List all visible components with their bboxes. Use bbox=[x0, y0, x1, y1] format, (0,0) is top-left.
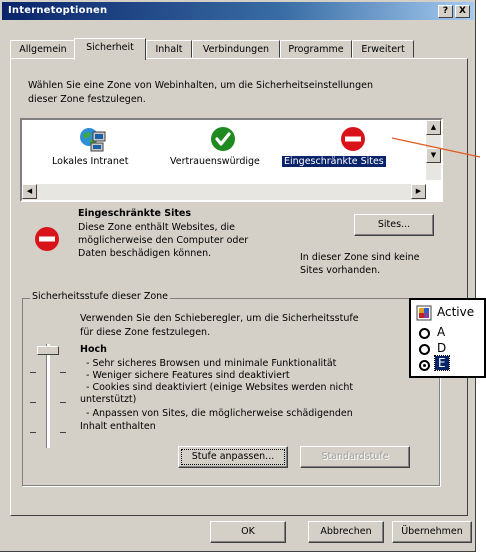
tab-sicherheit[interactable]: Sicherheit bbox=[74, 38, 146, 60]
zone-desc-1: Diese Zone enthält Websites, die bbox=[78, 222, 236, 233]
trusted-check-icon[interactable] bbox=[210, 126, 236, 152]
zone-label-intranet: Lokales Intranet bbox=[52, 156, 129, 167]
window-title: Internetoptionen bbox=[8, 5, 108, 16]
settings-icon bbox=[416, 305, 432, 321]
zone-label-trusted: Vertrauenswürdige bbox=[170, 156, 260, 167]
restricted-icon[interactable] bbox=[340, 126, 366, 152]
security-level-name: Hoch bbox=[80, 344, 107, 355]
level-detail-3: - Cookies sind deaktiviert (einige Websi… bbox=[86, 382, 354, 393]
sites-button[interactable]: Sites... bbox=[354, 214, 434, 236]
radio-label-d: D bbox=[437, 341, 447, 355]
level-detail-5: - Anpassen von Sites, die möglicherweise… bbox=[86, 408, 353, 419]
radio-label-e: E bbox=[434, 355, 450, 371]
radio-option-d[interactable] bbox=[419, 344, 430, 355]
title-bar[interactable]: Internetoptionen ? X bbox=[2, 2, 474, 20]
tab-programme[interactable]: Programme bbox=[280, 40, 352, 58]
level-detail-2: - Weniger sichere Features sind deaktivi… bbox=[86, 370, 290, 381]
cancel-button[interactable]: Abbrechen bbox=[308, 521, 384, 543]
default-level-button[interactable]: Standardstufe bbox=[300, 446, 410, 468]
popup-title: Active bbox=[437, 305, 475, 319]
intranet-icon[interactable] bbox=[78, 126, 108, 154]
scroll-left-arrow-icon[interactable]: ◀ bbox=[22, 184, 37, 199]
zone-list[interactable]: Lokales Intranet Vertrauenswürdige Einge… bbox=[20, 118, 443, 202]
close-button[interactable]: X bbox=[455, 5, 470, 18]
slider-tick bbox=[30, 432, 36, 433]
slider-hint-2: für diese Zone festzulegen. bbox=[80, 327, 211, 338]
zone-label-restricted[interactable]: Eingeschränkte Sites bbox=[282, 156, 386, 167]
radio-option-a[interactable] bbox=[419, 328, 430, 339]
slider-tick bbox=[60, 372, 66, 373]
ok-button[interactable]: OK bbox=[210, 521, 286, 543]
zone-desc-3: Daten beschädigen können. bbox=[78, 248, 212, 259]
apply-button[interactable]: Übernehmen bbox=[392, 521, 472, 543]
custom-level-button[interactable]: Stufe anpassen... bbox=[178, 446, 288, 468]
radio-option-e[interactable] bbox=[419, 360, 430, 371]
slider-tick bbox=[30, 372, 36, 373]
slider-tick bbox=[30, 402, 36, 403]
intro-line-2: dieser Zone festzulegen. bbox=[28, 94, 146, 105]
slider-tick bbox=[60, 432, 66, 433]
radio-label-a: A bbox=[437, 325, 446, 339]
internet-options-dialog: Internetoptionen ? X Allgemein Sicherhei… bbox=[0, 0, 480, 552]
restricted-zone-icon bbox=[34, 226, 60, 252]
radio-selected-dot bbox=[423, 364, 426, 367]
slider-hint-1: Verwenden Sie den Schieberegler, um die … bbox=[80, 313, 359, 324]
level-detail-4: unterstützt) bbox=[80, 394, 137, 405]
annotation-arrow bbox=[391, 137, 480, 158]
level-detail-1: - Sehr sicheres Browsen und minimale Fun… bbox=[86, 358, 337, 369]
intro-line-1: Wählen Sie eine Zone von Webinhalten, um… bbox=[28, 80, 373, 91]
level-detail-6: Inhalt enthalten bbox=[80, 421, 156, 432]
slider-track bbox=[46, 344, 50, 448]
tab-inhalt[interactable]: Inhalt bbox=[146, 40, 192, 58]
slider-tick bbox=[60, 402, 66, 403]
tab-verbindungen[interactable]: Verbindungen bbox=[192, 40, 280, 58]
no-sites-line-1: In dieser Zone sind keine bbox=[300, 252, 420, 263]
tab-erweitert[interactable]: Erweitert bbox=[352, 40, 414, 58]
help-button[interactable]: ? bbox=[438, 5, 453, 18]
security-level-group-label: Sicherheitsstufe dieser Zone bbox=[30, 291, 171, 302]
slider-thumb[interactable] bbox=[37, 346, 59, 355]
activex-popup: Active A D E bbox=[409, 298, 486, 378]
zone-list-hscroll[interactable]: ◀ ▶ bbox=[22, 184, 426, 200]
no-sites-line-2: Sites vorhanden. bbox=[300, 265, 381, 276]
zone-desc-2: möglicherweise den Computer oder bbox=[78, 235, 249, 246]
tab-allgemein[interactable]: Allgemein bbox=[10, 40, 76, 58]
scroll-right-arrow-icon[interactable]: ▶ bbox=[411, 184, 426, 199]
security-level-slider[interactable] bbox=[28, 340, 68, 452]
zone-title: Eingeschränkte Sites bbox=[78, 208, 192, 219]
